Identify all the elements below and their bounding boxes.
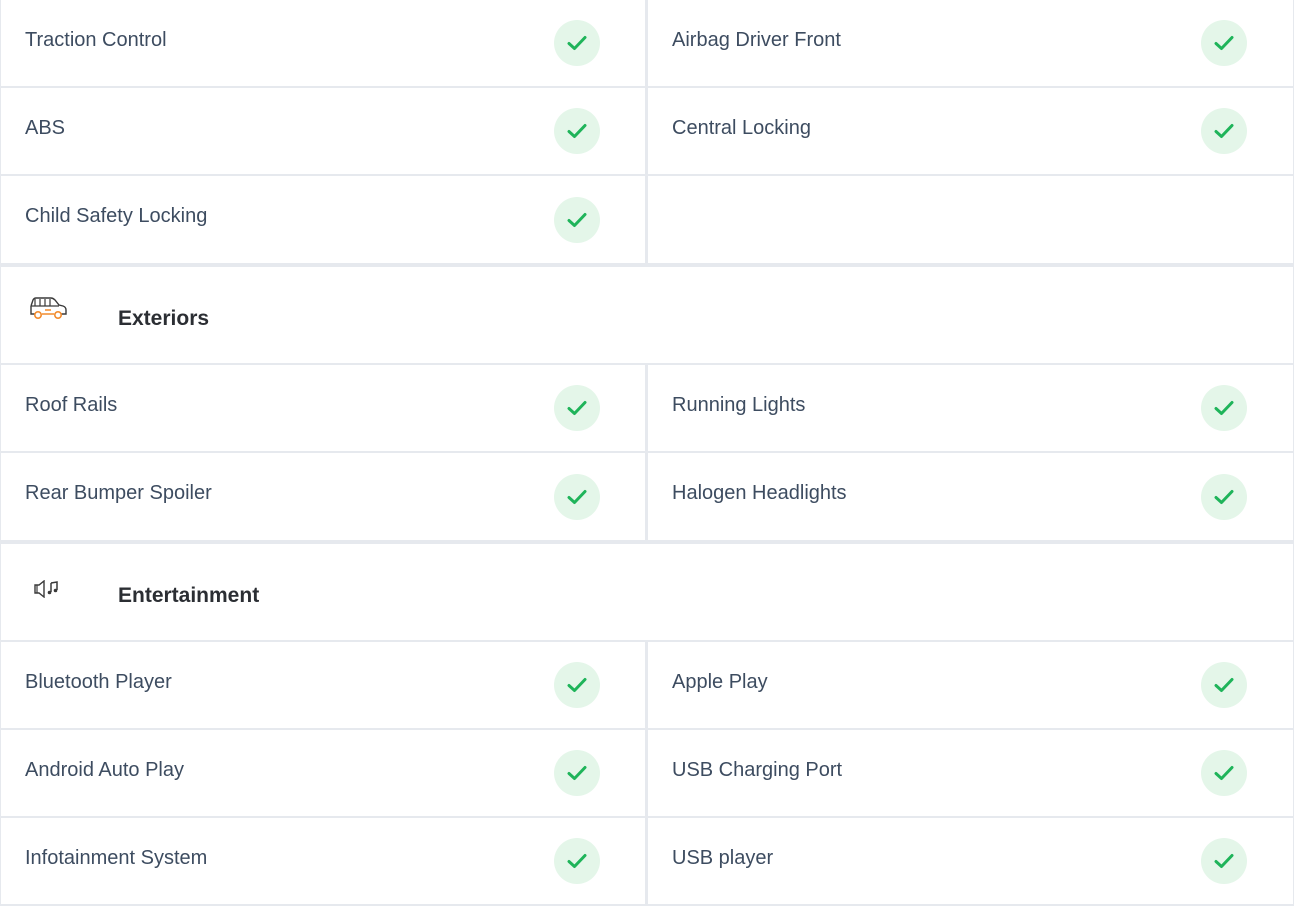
check-icon bbox=[1201, 662, 1247, 708]
features-list: Traction Control Airbag Driver Front ABS… bbox=[0, 0, 1294, 906]
check-icon bbox=[1201, 473, 1247, 520]
feature-row: Infotainment System USB player bbox=[1, 818, 1293, 906]
feature-row: Android Auto Play USB Charging Port bbox=[1, 730, 1293, 818]
check-icon bbox=[554, 662, 600, 708]
feature-row: Rear Bumper Spoiler Halogen Headlights bbox=[1, 453, 1293, 544]
feature-cell: Traction Control bbox=[1, 0, 648, 86]
feature-label: USB player bbox=[672, 846, 774, 869]
check-icon bbox=[554, 473, 600, 520]
feature-label: Running Lights bbox=[672, 393, 806, 416]
check-icon bbox=[554, 108, 600, 154]
feature-cell: Halogen Headlights bbox=[648, 453, 1293, 540]
feature-cell: USB player bbox=[648, 818, 1293, 904]
feature-row: ABS Central Locking bbox=[1, 88, 1293, 176]
feature-cell-empty bbox=[648, 176, 1293, 263]
feature-label: USB Charging Port bbox=[672, 758, 843, 781]
section-header-exteriors: Exteriors bbox=[1, 267, 1293, 365]
feature-label: Traction Control bbox=[25, 28, 167, 51]
feature-row: Child Safety Locking bbox=[1, 176, 1293, 267]
feature-cell: Airbag Driver Front bbox=[648, 0, 1293, 86]
feature-cell: Roof Rails bbox=[1, 365, 648, 451]
check-icon bbox=[1201, 838, 1247, 884]
section-title: Entertainment bbox=[118, 584, 260, 607]
feature-cell: ABS bbox=[1, 88, 648, 174]
feature-row: Roof Rails Running Lights bbox=[1, 365, 1293, 453]
feature-cell: Apple Play bbox=[648, 642, 1293, 728]
check-icon bbox=[1201, 108, 1247, 154]
feature-cell: Running Lights bbox=[648, 365, 1293, 451]
feature-label: Apple Play bbox=[672, 670, 768, 693]
section-title: Exteriors bbox=[118, 307, 210, 330]
feature-row: Bluetooth Player Apple Play bbox=[1, 642, 1293, 730]
check-icon bbox=[1201, 750, 1247, 796]
feature-label: Child Safety Locking bbox=[25, 205, 208, 227]
check-icon bbox=[554, 385, 600, 431]
speaker-music-icon bbox=[33, 579, 75, 604]
feature-label: ABS bbox=[25, 116, 66, 139]
feature-cell: Rear Bumper Spoiler bbox=[1, 453, 648, 540]
feature-cell: Infotainment System bbox=[1, 818, 648, 904]
feature-label: Roof Rails bbox=[25, 393, 118, 416]
feature-cell: Android Auto Play bbox=[1, 730, 648, 816]
check-icon bbox=[554, 838, 600, 884]
feature-label: Airbag Driver Front bbox=[672, 28, 841, 51]
check-icon bbox=[1201, 20, 1247, 66]
feature-label: Halogen Headlights bbox=[672, 482, 847, 504]
feature-cell: USB Charging Port bbox=[648, 730, 1293, 816]
feature-label: Infotainment System bbox=[25, 846, 208, 869]
feature-label: Android Auto Play bbox=[25, 758, 184, 781]
check-icon bbox=[554, 20, 600, 66]
feature-label: Bluetooth Player bbox=[25, 670, 172, 693]
feature-label: Rear Bumper Spoiler bbox=[25, 482, 212, 504]
feature-cell: Bluetooth Player bbox=[1, 642, 648, 728]
feature-cell: Central Locking bbox=[648, 88, 1293, 174]
feature-cell: Child Safety Locking bbox=[1, 176, 648, 263]
check-icon bbox=[1201, 385, 1247, 431]
check-icon bbox=[554, 750, 600, 796]
feature-row: Traction Control Airbag Driver Front bbox=[1, 0, 1293, 88]
check-icon bbox=[554, 196, 600, 243]
feature-label: Central Locking bbox=[672, 116, 811, 139]
section-header-entertainment: Entertainment bbox=[1, 544, 1293, 642]
car-icon bbox=[27, 297, 69, 321]
